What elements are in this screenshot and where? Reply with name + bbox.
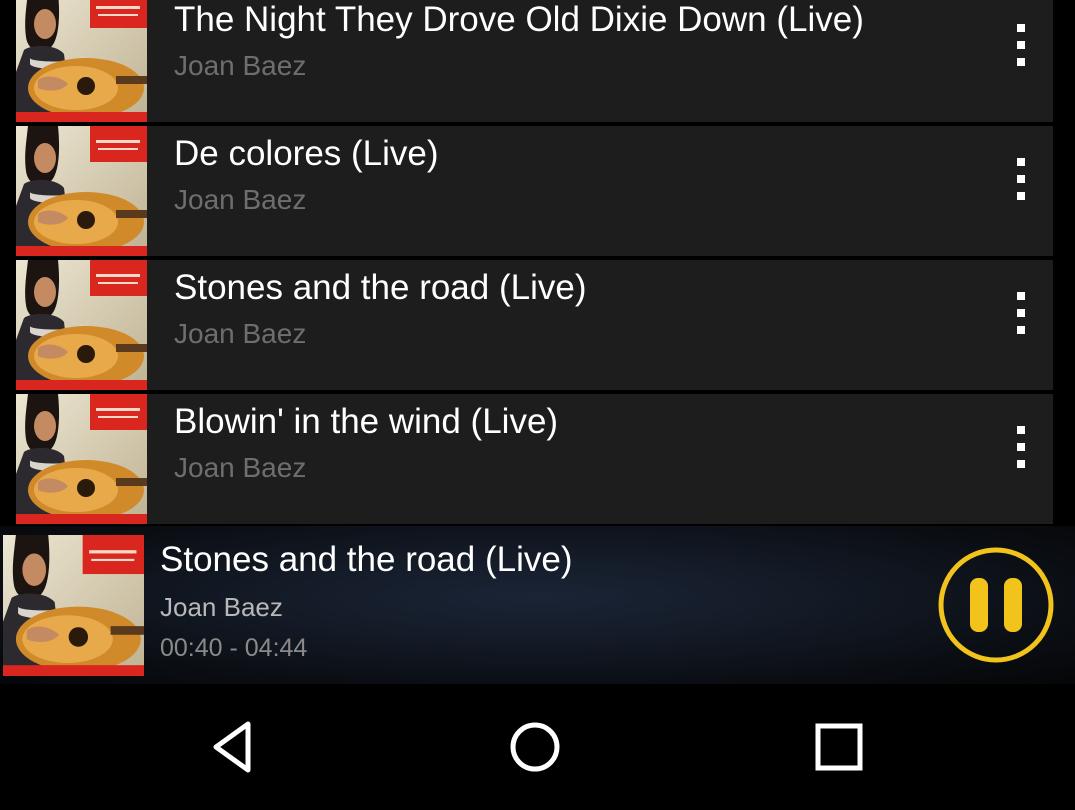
track-row[interactable]: The Night They Drove Old Dixie Down (Liv… (16, 0, 1053, 122)
pause-icon[interactable] (937, 546, 1055, 664)
home-circle-icon[interactable] (502, 714, 568, 780)
now-playing-time: 00:40 - 04:44 (160, 634, 308, 662)
track-artist: Joan Baez (174, 184, 307, 215)
recents-square-icon[interactable] (806, 714, 872, 780)
more-vert-icon[interactable] (999, 286, 1043, 342)
system-nav-bar (0, 684, 1075, 810)
album-cover-image (16, 126, 147, 256)
now-playing-artist: Joan Baez (160, 592, 283, 622)
album-cover-image (3, 535, 144, 676)
track-title: The Night They Drove Old Dixie Down (Liv… (174, 0, 864, 39)
track-list[interactable]: The Night They Drove Old Dixie Down (Liv… (0, 0, 1075, 526)
track-title: De colores (Live) (174, 134, 439, 173)
more-vert-icon[interactable] (999, 152, 1043, 208)
more-vert-icon[interactable] (999, 420, 1043, 476)
track-artist: Joan Baez (174, 50, 307, 81)
track-row[interactable]: Blowin' in the wind (Live) Joan Baez (16, 394, 1053, 524)
album-cover-image (16, 394, 147, 524)
track-artist: Joan Baez (174, 452, 307, 483)
now-playing-title: Stones and the road (Live) (160, 540, 573, 579)
back-triangle-icon[interactable] (200, 714, 266, 780)
track-title: Stones and the road (Live) (174, 268, 587, 307)
album-cover-image (16, 260, 147, 390)
track-title: Blowin' in the wind (Live) (174, 402, 559, 441)
now-playing-bar[interactable]: Stones and the road (Live) Joan Baez 00:… (0, 526, 1075, 684)
track-row[interactable]: Stones and the road (Live) Joan Baez (16, 260, 1053, 390)
track-artist: Joan Baez (174, 318, 307, 349)
music-player-screen: The Night They Drove Old Dixie Down (Liv… (0, 0, 1075, 810)
more-vert-icon[interactable] (999, 18, 1043, 74)
track-row[interactable]: De colores (Live) Joan Baez (16, 126, 1053, 256)
album-cover-image (16, 0, 147, 122)
